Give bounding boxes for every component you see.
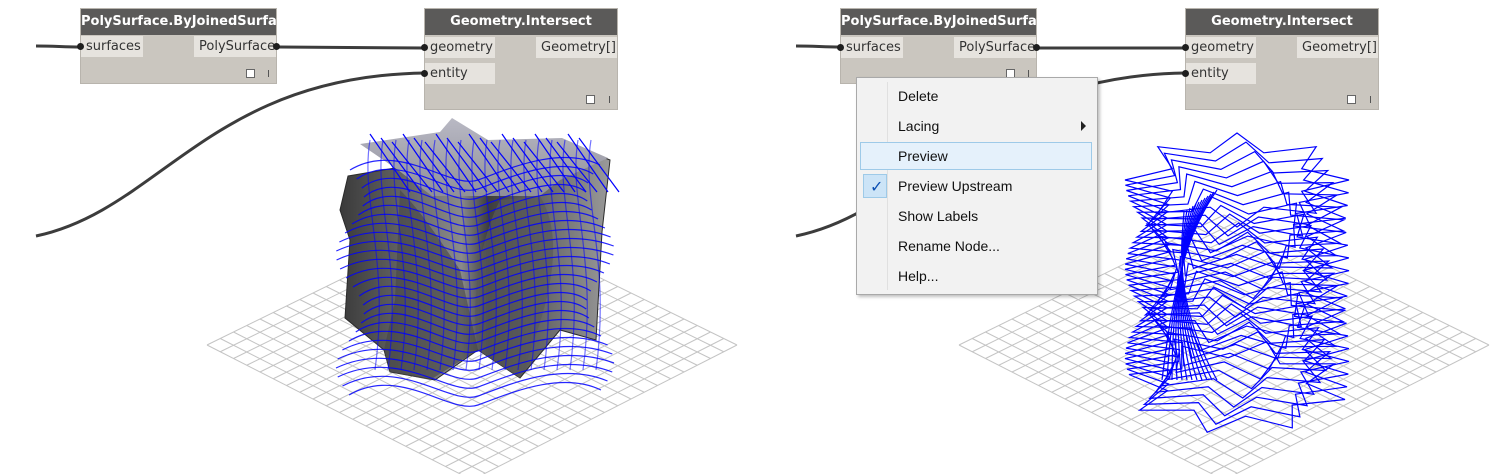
menu-item-lacing[interactable]: Lacing bbox=[860, 112, 1092, 140]
menu-item-label: Rename Node... bbox=[898, 238, 1000, 254]
node-context-menu[interactable]: Delete Lacing Preview ✓ Preview Upstream… bbox=[856, 77, 1098, 295]
menu-item-label: Delete bbox=[898, 88, 939, 104]
output-port-polysurface[interactable]: PolySurface bbox=[954, 37, 1036, 58]
menu-item-delete[interactable]: Delete bbox=[860, 82, 1092, 110]
node-geometry-intersect[interactable]: Geometry.Intersect geometry entity Geome… bbox=[1182, 9, 1378, 109]
node-state-bar-icon bbox=[268, 70, 269, 77]
menu-item-label: Preview bbox=[898, 148, 948, 164]
menu-item-label: Show Labels bbox=[898, 208, 979, 224]
check-state-box: ✓ bbox=[863, 174, 887, 198]
input-port-entity[interactable]: entity bbox=[1186, 63, 1256, 84]
menu-item-preview[interactable]: Preview bbox=[860, 142, 1092, 170]
preview-toggle-icon[interactable] bbox=[586, 95, 595, 104]
menu-item-help[interactable]: Help... bbox=[860, 262, 1092, 290]
node-geometry-intersect[interactable]: Geometry.Intersect geometry entity Geome… bbox=[421, 9, 617, 109]
input-connector[interactable] bbox=[1182, 44, 1189, 51]
node-state-bar-icon bbox=[609, 96, 610, 103]
menu-item-label: Preview Upstream bbox=[898, 178, 1013, 194]
input-port-surfaces[interactable]: surfaces bbox=[81, 36, 143, 57]
menu-item-label: Help... bbox=[898, 268, 939, 284]
node-state-bar-icon bbox=[1370, 96, 1371, 103]
preview-toggle-icon[interactable] bbox=[246, 69, 255, 78]
menu-item-rename-node[interactable]: Rename Node... bbox=[860, 232, 1092, 260]
menu-item-show-labels[interactable]: Show Labels bbox=[860, 202, 1092, 230]
input-port-surfaces[interactable]: surfaces bbox=[841, 37, 903, 58]
input-port-geometry[interactable]: geometry bbox=[425, 37, 495, 58]
node-polysurface-byjoinedsurfaces[interactable]: PolySurface.ByJoinedSurfaces surfaces Po… bbox=[77, 9, 301, 83]
node-state-bar-icon bbox=[1028, 70, 1029, 77]
intersection-curves bbox=[1124, 132, 1350, 434]
node-title: Geometry.Intersect bbox=[1186, 9, 1378, 35]
menu-item-preview-upstream[interactable]: ✓ Preview Upstream bbox=[860, 172, 1092, 200]
input-connector[interactable] bbox=[421, 70, 428, 77]
node-polysurface-byjoinedsurfaces[interactable]: PolySurface.ByJoinedSurfaces surfaces Po… bbox=[837, 9, 1061, 83]
node-title: PolySurface.ByJoinedSurfaces bbox=[81, 9, 301, 35]
preview-toggle-icon[interactable] bbox=[1347, 95, 1356, 104]
output-port-polysurface[interactable]: PolySurface bbox=[194, 36, 276, 57]
input-connector[interactable] bbox=[77, 43, 84, 50]
output-connector[interactable] bbox=[1033, 44, 1040, 51]
output-port-geometry-list[interactable]: Geometry[] bbox=[536, 37, 617, 58]
input-port-entity[interactable]: entity bbox=[425, 63, 495, 84]
canvas-right[interactable]: PolySurface.ByJoinedSurfaces surfaces Po… bbox=[752, 0, 1504, 474]
node-title: PolySurface.ByJoinedSurfaces bbox=[841, 9, 1061, 35]
input-port-geometry[interactable]: geometry bbox=[1186, 37, 1256, 58]
chevron-right-icon bbox=[1081, 121, 1086, 131]
input-connector[interactable] bbox=[1182, 70, 1189, 77]
node-title: Geometry.Intersect bbox=[425, 9, 617, 35]
output-connector[interactable] bbox=[273, 43, 280, 50]
menu-item-label: Lacing bbox=[898, 118, 940, 134]
input-connector[interactable] bbox=[837, 44, 844, 51]
input-connector[interactable] bbox=[421, 44, 428, 51]
check-mark-icon: ✓ bbox=[870, 177, 884, 196]
canvas-left[interactable]: PolySurface.ByJoinedSurfaces surfaces Po… bbox=[0, 0, 752, 474]
output-port-geometry-list[interactable]: Geometry[] bbox=[1297, 37, 1378, 58]
